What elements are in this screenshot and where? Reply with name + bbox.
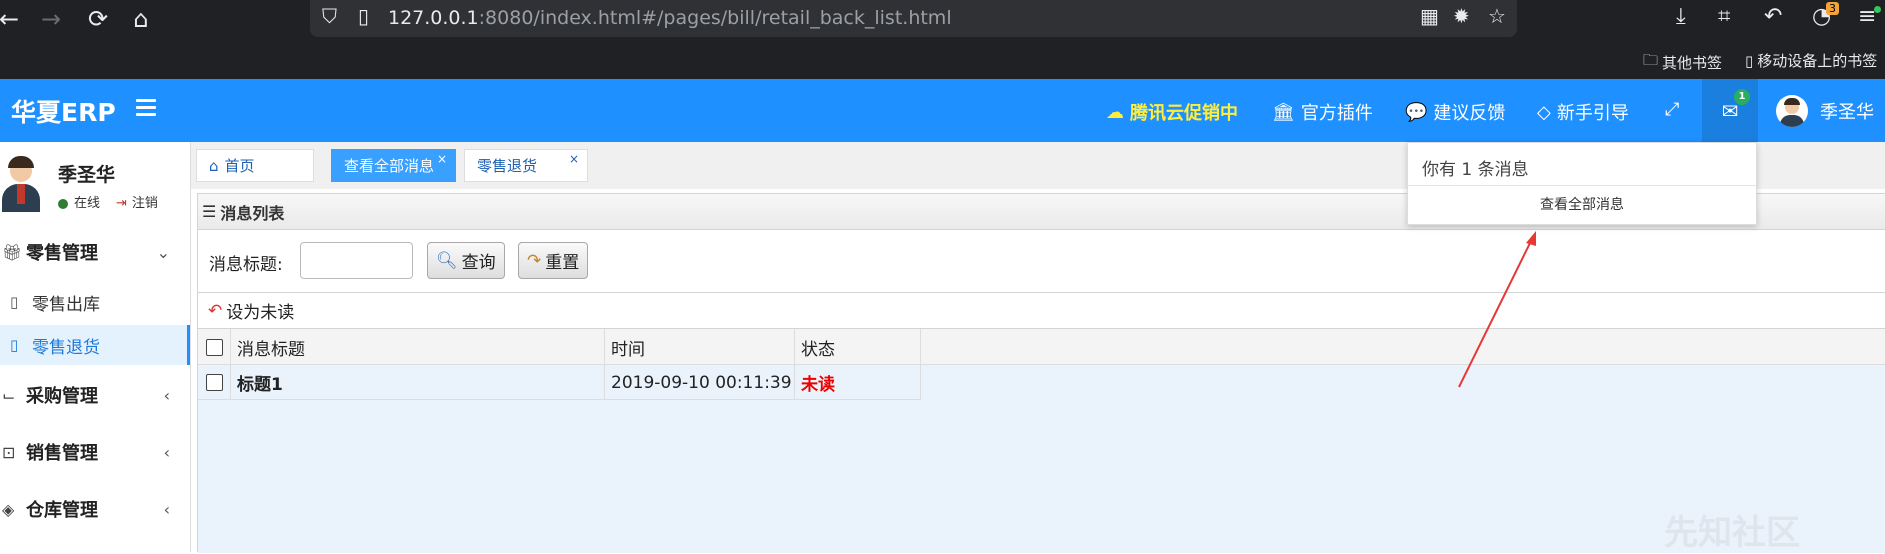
sidebar-toggle-icon[interactable] (136, 99, 156, 117)
grid-header: 消息标题 时间 状态 (198, 329, 1885, 365)
comment-icon: 💬 (1405, 101, 1428, 123)
browser-chrome: ← → ⟳ ⌂ ⛉ ▯ 127.0.0.1:8080/index.html#/p… (0, 0, 1885, 79)
grid-toolbar: ↶ 设为未读 (198, 293, 1885, 329)
download-icon[interactable]: ⤓ (1676, 4, 1686, 29)
book-icon: ▯ (10, 293, 19, 311)
row-checkbox[interactable] (198, 365, 231, 400)
close-icon[interactable]: × (437, 152, 447, 166)
bookmark-other[interactable]: 🗀 其他书签 (1643, 50, 1722, 75)
logout-icon: ⇥ (116, 196, 127, 211)
gift-icon: 🎁︎ (2, 242, 23, 262)
column-header-title[interactable]: 消息标题 (231, 329, 605, 365)
update-dot (1874, 6, 1881, 13)
nav-feedback[interactable]: 💬 建议反馈 (1405, 99, 1505, 125)
cart-icon: ⌙ (2, 385, 16, 405)
tab-all-messages[interactable]: 查看全部消息 × (331, 149, 456, 182)
user-status: 在线 ⇥ 注销 (58, 192, 158, 211)
column-header-status[interactable]: 状态 (795, 329, 921, 365)
tab-home[interactable]: ⌂ 首页 (196, 149, 314, 182)
search-label: 消息标题: (209, 255, 283, 275)
messages-button[interactable]: ✉ 1 (1702, 79, 1758, 142)
bug-icon[interactable]: ✹ (1453, 4, 1470, 28)
back-icon[interactable]: ← (0, 4, 24, 34)
qr-code-icon[interactable]: ▦ (1420, 4, 1439, 28)
view-all-messages-link[interactable]: 查看全部消息 (1408, 186, 1756, 224)
select-all-checkbox[interactable] (198, 329, 231, 365)
undo-arrow-icon: ↶ (208, 300, 223, 321)
notification-header: 你有 1 条消息 (1408, 143, 1756, 186)
bookmark-star-icon[interactable]: ☆ (1488, 4, 1506, 28)
crop-icon[interactable]: ⌗ (1718, 4, 1730, 29)
extension-badge: 3 (1826, 2, 1839, 15)
search-icon: 🔍︎ (436, 250, 458, 271)
chevron-left-icon: ‹ (163, 385, 170, 405)
nav-guide[interactable]: ◇ 新手引导 (1537, 99, 1629, 125)
user-name: 季圣华 (58, 164, 116, 186)
sidebar-item-retail-return[interactable]: ▯ 零售退货 (0, 325, 190, 365)
sidebar-item-warehouse[interactable]: ◈ 仓库管理 ‹ (0, 489, 190, 529)
user-panel: 季圣华 在线 ⇥ 注销 (0, 152, 190, 220)
row-status: 未读 (795, 365, 921, 400)
bank-icon: 🏛 (1272, 101, 1295, 123)
tab-retail-return[interactable]: 零售退货 × (464, 149, 588, 182)
watermark: 先知社区 (1664, 513, 1800, 553)
logout-link[interactable]: ⇥ 注销 (116, 192, 158, 211)
sidebar-item-retail-out[interactable]: ▯ 零售出库 (0, 282, 190, 322)
message-panel: ☰ 消息列表 消息标题: 🔍︎ 查询 ↷ 重置 ↶ 设为未读 消息标题 时间 状… (197, 193, 1885, 553)
online-dot (58, 198, 68, 209)
chevron-left-icon: ‹ (163, 442, 170, 462)
nav-tencent-cloud[interactable]: ☁ 腾讯云促销中 (1106, 99, 1238, 125)
nav-plugins[interactable]: 🏛 官方插件 (1272, 99, 1373, 125)
sidebar: 季圣华 在线 ⇥ 注销 🎁︎ 零售管理 ⌄ ▯ 零售出库 ▯ 零售退货 ⌙ 采购管… (0, 142, 191, 552)
shield-icon[interactable]: ⛉ (322, 4, 337, 28)
app-header: 华夏ERP ☁ 腾讯云促销中 🏛 官方插件 💬 建议反馈 ◇ 新手引导 ⤢ ✉ … (0, 79, 1885, 142)
message-grid: 消息标题 时间 状态 标题1 2019-09-10 00:11:39 未读 (198, 329, 1885, 553)
column-header-time[interactable]: 时间 (605, 329, 795, 365)
home-icon: ⌂ (209, 156, 219, 175)
folder-icon: 🗀 (1643, 51, 1659, 69)
home-icon[interactable]: ⌂ (126, 4, 156, 34)
message-count-badge: 1 (1734, 89, 1750, 105)
table-row[interactable]: 标题1 2019-09-10 00:11:39 未读 (198, 365, 921, 400)
mobile-icon: ▯ (1745, 51, 1754, 70)
briefcase-icon: ⊡ (2, 442, 16, 462)
reset-button[interactable]: ↷ 重置 (518, 242, 589, 279)
layers-icon: ◈ (2, 499, 15, 519)
query-button[interactable]: 🔍︎ 查询 (427, 242, 505, 279)
sidebar-item-retail[interactable]: 🎁︎ 零售管理 ⌄ (0, 232, 190, 272)
bookmark-mobile[interactable]: ▯ 移动设备上的书签 (1745, 50, 1877, 71)
chevron-down-icon: ⌄ (156, 242, 170, 262)
address-bar[interactable]: ⛉ ▯ 127.0.0.1:8080/index.html#/pages/bil… (310, 0, 1517, 37)
chevron-left-icon: ‹ (163, 499, 170, 519)
app-logo[interactable]: 华夏ERP (11, 93, 116, 129)
title-search-input[interactable] (300, 242, 413, 279)
row-title: 标题1 (231, 365, 605, 400)
search-row: 消息标题: 🔍︎ 查询 ↷ 重置 (198, 230, 1885, 293)
online-status: 在线 (58, 192, 100, 211)
sidebar-item-purchase[interactable]: ⌙ 采购管理 ‹ (0, 375, 190, 415)
book-icon: ▯ (10, 336, 19, 354)
fullscreen-icon[interactable]: ⤢ (1665, 99, 1679, 120)
page-info-icon[interactable]: ▯ (358, 4, 369, 28)
forward-icon[interactable]: → (36, 4, 66, 34)
notification-dropdown: 你有 1 条消息 查看全部消息 (1407, 142, 1757, 225)
mark-unread-button[interactable]: ↶ 设为未读 (208, 298, 294, 324)
redo-icon: ↷ (527, 250, 542, 271)
diamond-icon: ◇ (1537, 101, 1551, 123)
close-icon[interactable]: × (569, 152, 579, 166)
undo-icon[interactable]: ↶ (1764, 4, 1782, 29)
row-time: 2019-09-10 00:11:39 (605, 365, 795, 400)
avatar (2, 154, 40, 212)
cloud-icon: ☁ (1106, 101, 1124, 123)
avatar (1776, 95, 1808, 127)
list-icon: ☰ (202, 202, 217, 221)
user-menu[interactable]: 季圣华 (1776, 95, 1874, 127)
url-text[interactable]: 127.0.0.1:8080/index.html#/pages/bill/re… (388, 7, 952, 29)
sidebar-item-sales[interactable]: ⊡ 销售管理 ‹ (0, 432, 190, 472)
reload-icon[interactable]: ⟳ (83, 4, 113, 34)
